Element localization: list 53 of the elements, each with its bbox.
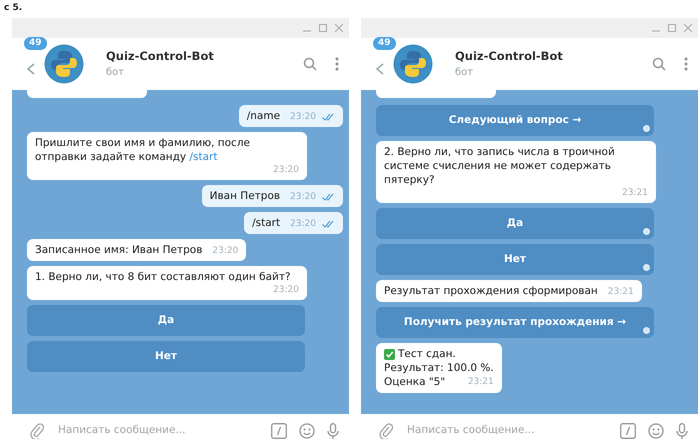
message-text: Пришлите свои имя и фамилию, после отправки задайте команду /start [35,136,251,164]
timestamp: 23:21 [466,376,494,388]
chat-title: Quiz-Control-Bot [106,48,215,65]
message-text: Иван Петров [210,189,280,203]
command-link[interactable]: /start [189,151,218,163]
message-text: Результат прохождения сформирован [384,284,598,298]
check-icon [384,348,395,360]
microphone-icon[interactable] [676,422,688,440]
message-text: Результат: 100.0 %. [384,361,494,375]
inline-button[interactable]: Получить результат прохождения → [376,307,654,338]
slash-command-icon[interactable] [620,423,636,439]
message-text: 1. Верно ли, что 8 бит составляют один байт? [35,270,291,284]
message-text: Записанное имя: Иван Петров [35,243,202,257]
timestamp: 23:20 [289,191,316,203]
search-icon[interactable] [303,57,317,71]
emoji-icon[interactable] [299,423,315,439]
timestamp: 23:20 [272,164,299,176]
message-text: Оценка "5" [384,375,446,389]
timestamp: 23:20 [211,245,238,257]
paperclip-icon[interactable] [30,423,44,439]
inline-button[interactable]: Да [376,208,654,239]
timestamp: 23:21 [606,286,634,298]
close-icon[interactable] [684,24,692,32]
chat-status: бот [455,66,474,80]
inline-button[interactable]: Следующий вопрос → [376,105,654,136]
search-icon[interactable] [652,57,666,71]
message-text: 2. Верно ли, что запись числа в троичной системе счисления не может содержать пятерку? [384,145,616,187]
inline-button[interactable]: Нет [27,341,305,372]
avatar-icon [393,44,433,84]
maximize-icon[interactable] [668,24,676,32]
maximize-icon[interactable] [319,24,327,32]
emoji-icon[interactable] [648,423,664,439]
timestamp: 23:21 [621,187,648,199]
timestamp: 23:20 [289,218,316,230]
chat-status: бот [106,66,126,80]
more-menu-icon[interactable] [684,57,688,71]
more-menu-icon[interactable] [335,57,339,71]
message-text: Тест сдан. [398,347,456,361]
slash-command-icon[interactable] [271,423,287,439]
avatar-icon [44,44,84,84]
message-text: /name [246,109,280,123]
paperclip-icon[interactable] [379,423,393,439]
unread-count: 49 [373,37,396,50]
timestamp: 23:20 [272,284,299,296]
close-icon[interactable] [335,24,343,32]
timestamp: 23:20 [289,111,316,123]
message-text: /start [252,216,280,230]
chat-title: Quiz-Control-Bot [455,48,564,65]
inline-button[interactable]: Нет [376,244,654,275]
unread-count: 49 [24,37,47,50]
inline-button[interactable]: Да [27,305,305,336]
microphone-icon[interactable] [327,422,339,440]
caption-text: с 5. [3,3,22,14]
